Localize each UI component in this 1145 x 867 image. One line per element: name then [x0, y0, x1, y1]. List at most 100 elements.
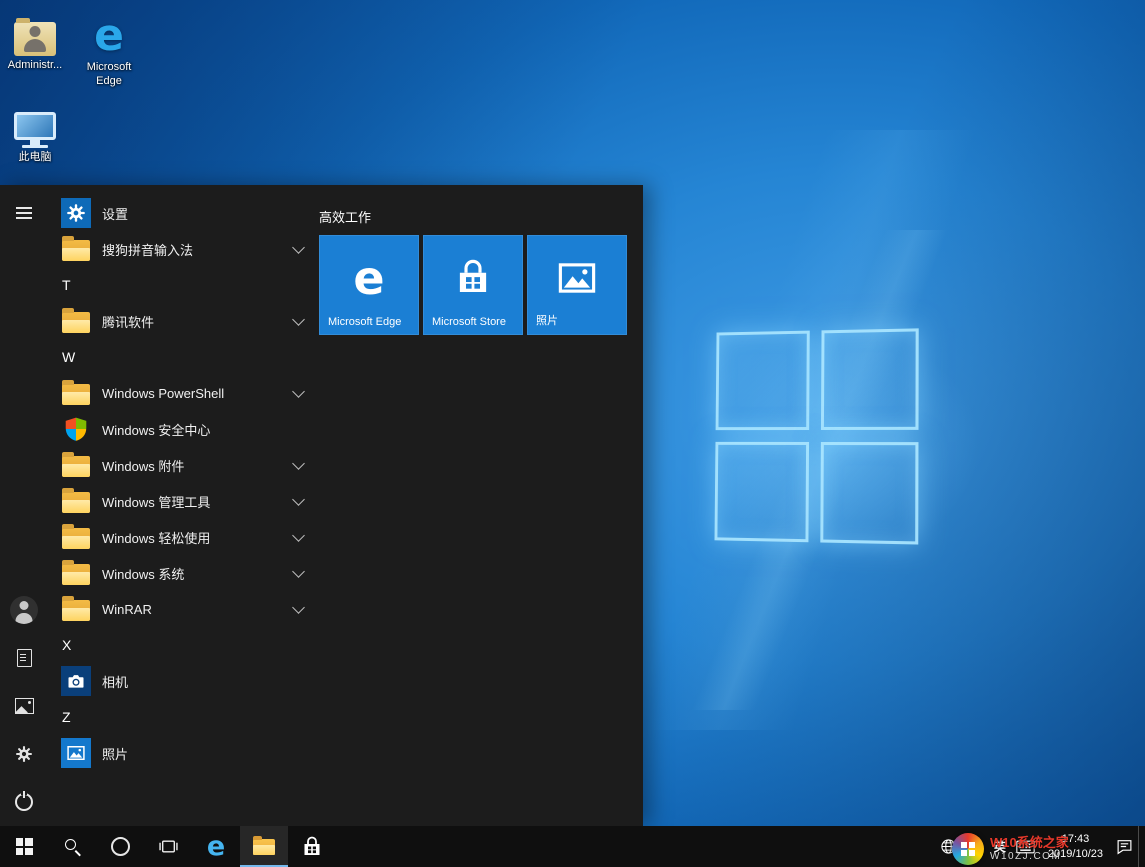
app-row-windows-ease-of-access[interactable]: Windows 轻松使用 — [48, 519, 319, 555]
person-silhouette — [23, 26, 47, 54]
folder-icon — [62, 528, 90, 549]
chevron-down-icon[interactable] — [292, 601, 305, 614]
desktop-screen: Administr... e Microsoft Edge 此电脑 — [0, 0, 1145, 867]
tile-microsoft-edge[interactable]: e Microsoft Edge — [319, 235, 419, 335]
desktop-icon-label: 此电脑 — [19, 151, 52, 165]
section-letter: T — [62, 277, 71, 293]
watermark-title: W10系统之家 — [990, 835, 1069, 851]
watermark: W10系统之家 W10ZJ.COM — [952, 833, 1069, 865]
app-row-windows-system[interactable]: Windows 系统 — [48, 555, 319, 591]
folder-icon — [62, 240, 90, 261]
security-shield-icon — [60, 413, 92, 445]
desktop-icon-administrator[interactable]: Administr... — [2, 18, 68, 73]
taskbar-cortana-button[interactable] — [96, 826, 144, 867]
section-letter: W — [62, 349, 75, 365]
start-rail-menu-button[interactable] — [0, 189, 48, 237]
taskbar-edge-button[interactable]: e — [192, 826, 240, 867]
taskbar-file-explorer-button[interactable] — [240, 826, 288, 867]
windows-logo-pane — [716, 331, 810, 431]
task-view-icon — [159, 839, 178, 854]
photos-tile-icon — [61, 738, 91, 768]
cortana-icon — [111, 837, 130, 856]
section-w[interactable]: W — [48, 339, 319, 375]
chevron-down-icon[interactable] — [292, 457, 305, 470]
start-rail-user-button[interactable] — [0, 586, 48, 634]
app-row-sogou-pinyin[interactable]: 搜狗拼音输入法 — [48, 231, 319, 267]
start-menu-rail — [0, 185, 48, 826]
search-icon — [64, 838, 81, 855]
app-label: 搜狗拼音输入法 — [102, 240, 193, 259]
start-menu-app-list: 设置 搜狗拼音输入法 T 腾讯软件 W Windows PowerShell — [48, 185, 319, 826]
start-menu: 设置 搜狗拼音输入法 T 腾讯软件 W Windows PowerShell — [0, 185, 643, 826]
app-row-windows-powershell[interactable]: Windows PowerShell — [48, 375, 319, 411]
chevron-down-icon[interactable] — [292, 493, 305, 506]
start-windows-flag-icon — [16, 838, 33, 855]
chevron-down-icon[interactable] — [292, 241, 305, 254]
app-row-windows-security[interactable]: Windows 安全中心 — [48, 411, 319, 447]
app-row-windows-admin-tools[interactable]: Windows 管理工具 — [48, 483, 319, 519]
tile-microsoft-store[interactable]: Microsoft Store — [423, 235, 523, 335]
show-desktop-button[interactable] — [1138, 826, 1145, 867]
start-rail-power-button[interactable] — [0, 778, 48, 826]
desktop-icon-microsoft-edge[interactable]: e Microsoft Edge — [76, 14, 142, 89]
app-row-camera[interactable]: 相机 — [48, 663, 319, 699]
folder-icon — [62, 384, 90, 405]
app-label: Windows PowerShell — [102, 386, 224, 401]
folder-icon — [62, 600, 90, 621]
start-rail-settings-button[interactable] — [0, 730, 48, 778]
app-row-settings[interactable]: 设置 — [48, 195, 319, 231]
chevron-down-icon[interactable] — [292, 529, 305, 542]
app-label: Windows 管理工具 — [102, 492, 210, 511]
edge-icon: e — [94, 14, 124, 58]
photos-icon — [528, 250, 626, 306]
taskbar-task-view-button[interactable] — [144, 826, 192, 867]
app-row-winrar[interactable]: WinRAR — [48, 591, 319, 627]
chevron-down-icon[interactable] — [292, 565, 305, 578]
app-row-windows-accessories[interactable]: Windows 附件 — [48, 447, 319, 483]
chevron-down-icon[interactable] — [292, 313, 305, 326]
app-row-tencent-software[interactable]: 腾讯软件 — [48, 303, 319, 339]
user-icon — [10, 596, 38, 624]
folder-icon — [62, 312, 90, 333]
store-bag-icon — [300, 835, 324, 859]
folder-icon — [62, 492, 90, 513]
section-t[interactable]: T — [48, 267, 319, 303]
watermark-url: W10ZJ.COM — [990, 851, 1069, 863]
desktop-icon-this-pc[interactable]: 此电脑 — [2, 112, 68, 165]
app-label: 腾讯软件 — [102, 312, 154, 331]
camera-tile-icon — [61, 666, 91, 696]
watermark-texts: W10系统之家 W10ZJ.COM — [990, 835, 1069, 863]
section-x[interactable]: X — [48, 627, 319, 663]
tile-photos[interactable]: 照片 — [527, 235, 627, 335]
action-center-icon — [1116, 838, 1133, 855]
app-row-photos[interactable]: 照片 — [48, 735, 319, 771]
start-rail-pictures-button[interactable] — [0, 682, 48, 730]
section-letter: Z — [62, 709, 71, 725]
taskbar-start-button[interactable] — [0, 826, 48, 867]
taskbar-store-button[interactable] — [288, 826, 336, 867]
pictures-icon — [15, 698, 34, 714]
section-z[interactable]: Z — [48, 699, 319, 735]
chevron-down-icon[interactable] — [292, 385, 305, 398]
tile-label: Microsoft Edge — [328, 316, 401, 328]
start-menu-tiles: 高效工作 e Microsoft Edge — [319, 185, 643, 826]
w10zj-logo-icon — [952, 833, 984, 865]
tiles-row: e Microsoft Edge — [319, 235, 643, 335]
app-label: Windows 安全中心 — [102, 420, 210, 439]
tile-group-title[interactable]: 高效工作 — [319, 207, 643, 223]
app-label: 相机 — [102, 672, 128, 691]
taskbar-search-button[interactable] — [48, 826, 96, 867]
documents-icon — [17, 649, 32, 667]
monitor-screen — [14, 112, 56, 140]
tray-action-center-button[interactable] — [1111, 826, 1138, 867]
desktop-icon-label: Administr... — [8, 59, 62, 73]
administrator-icon — [13, 18, 57, 56]
file-explorer-icon — [253, 839, 275, 855]
app-label: Windows 附件 — [102, 456, 184, 475]
section-letter: X — [62, 637, 71, 653]
start-rail-documents-button[interactable] — [0, 634, 48, 682]
computer-icon — [11, 112, 59, 148]
settings-gear-icon — [15, 745, 33, 763]
windows-logo-wallpaper — [715, 328, 919, 544]
edge-icon: e — [207, 833, 225, 860]
